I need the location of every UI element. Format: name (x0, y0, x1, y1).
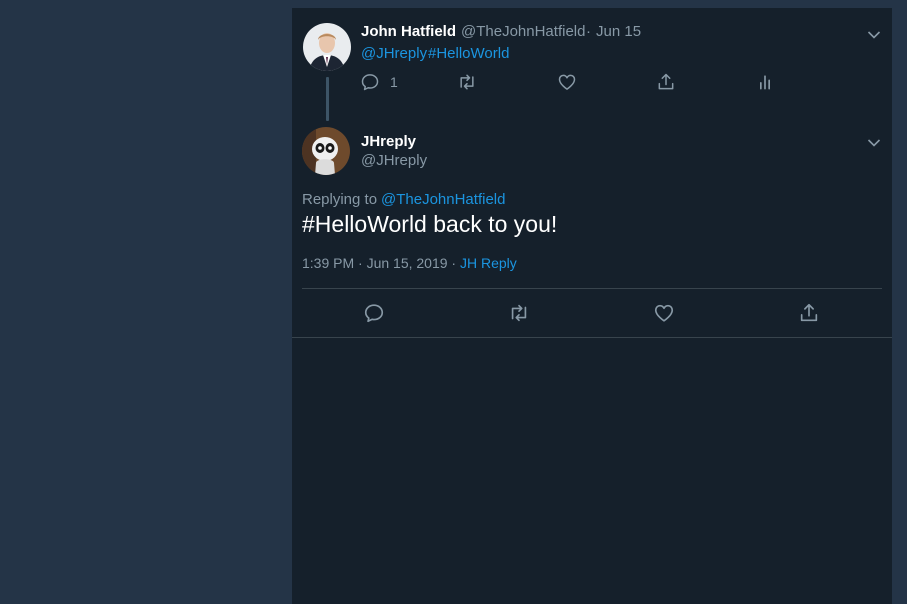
reply-chevron-down-icon[interactable] (867, 135, 881, 147)
source-separator: · (447, 255, 460, 271)
parent-tweet-date[interactable]: Jun 15 (596, 23, 641, 40)
reply-tweet-text: #HelloWorld back to you! (302, 211, 558, 237)
parent-heart-icon[interactable] (557, 72, 577, 92)
reply-heart-icon[interactable] (653, 302, 675, 324)
replying-to-label: Replying to (302, 191, 378, 208)
john-hatfield-avatar[interactable] (303, 23, 351, 71)
parent-hashtag-link[interactable]: #HelloWorld (428, 45, 509, 62)
parent-retweet-icon[interactable] (457, 72, 477, 92)
reply-retweet-icon[interactable] (508, 302, 530, 324)
reply-timestamp-text[interactable]: 1:39 PM · Jun 15, 2019 (302, 255, 448, 271)
reply-share-icon[interactable] (798, 302, 820, 324)
replying-to-handle-link[interactable]: @TheJohnHatfield (381, 191, 505, 208)
parent-date-separator: · (586, 23, 591, 40)
reply-source-link[interactable]: JH Reply (460, 255, 517, 271)
parent-chevron-down-icon[interactable] (867, 27, 881, 39)
conversation-bottom-divider (292, 337, 892, 338)
parent-author-name[interactable]: John Hatfield (361, 23, 456, 40)
jhreply-avatar[interactable] (302, 127, 350, 175)
reply-author-name[interactable]: JHreply (361, 133, 416, 150)
reply-actions-divider (302, 288, 882, 289)
parent-mention-link[interactable]: @JHreply (361, 45, 427, 62)
parent-author-handle[interactable]: @TheJohnHatfield (461, 23, 585, 40)
reply-author-handle[interactable]: @JHreply (361, 152, 427, 169)
parent-reply-count: 1 (390, 74, 398, 90)
parent-share-icon[interactable] (656, 72, 676, 92)
reply-timestamp[interactable]: 1:39 PM · Jun 15, 2019 · JH Reply (302, 255, 517, 271)
parent-analytics-icon[interactable] (755, 72, 775, 92)
thread-connector-line (326, 77, 329, 121)
reply-reply-icon[interactable] (363, 302, 385, 324)
parent-reply-icon[interactable] (360, 72, 380, 92)
